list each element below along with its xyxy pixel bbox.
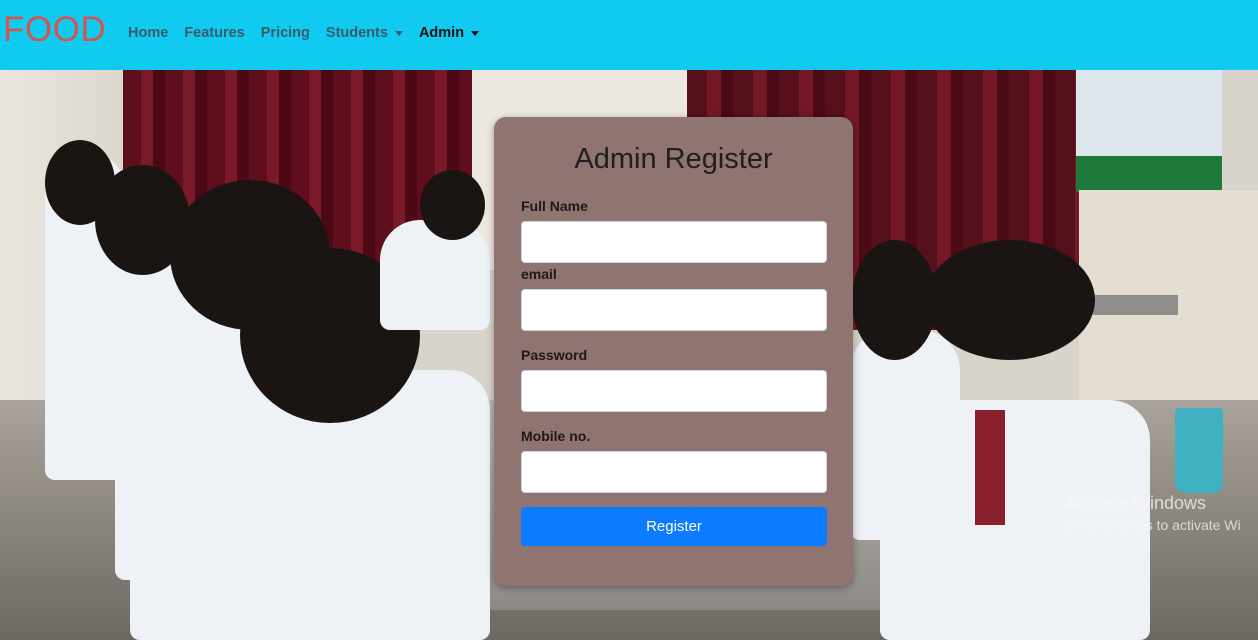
watermark-title: Activate Windows — [1064, 493, 1207, 513]
nav-pricing-label: Pricing — [260, 25, 310, 41]
register-button[interactable]: Register — [521, 507, 827, 546]
admin-register-card: Admin Register Full Name email Password … — [494, 117, 853, 586]
nav-students-label: Students — [325, 25, 388, 41]
password-label: Password — [521, 347, 588, 363]
caret-down-icon — [471, 31, 480, 36]
photo-hair — [420, 170, 485, 240]
top-navbar: FOOD Home Features Pricing Students Admi… — [0, 0, 1258, 70]
watermark-subtitle: Go to Settings to activate Wi — [1064, 517, 1241, 533]
form-title: Admin Register — [574, 143, 773, 175]
photo-stool — [1093, 295, 1178, 315]
nav-home-label: Home — [128, 25, 169, 41]
email-label: email — [521, 266, 557, 282]
nav-pricing[interactable]: Pricing — [261, 24, 310, 42]
activate-windows-watermark: Activate Windows Go to Settings to activ… — [1064, 493, 1241, 533]
photo-bucket — [1175, 408, 1223, 493]
mobile-label: Mobile no. — [521, 428, 591, 444]
mobile-input[interactable] — [521, 451, 827, 493]
photo-hair — [925, 240, 1095, 360]
nav-features[interactable]: Features — [184, 24, 244, 42]
email-input[interactable] — [521, 289, 827, 331]
full-name-input[interactable] — [521, 221, 827, 263]
nav-features-label: Features — [184, 25, 245, 41]
brand-logo[interactable]: FOOD — [3, 10, 106, 50]
nav-admin-dropdown[interactable]: Admin — [418, 24, 480, 42]
photo-person — [380, 220, 490, 330]
photo-tie — [975, 410, 1005, 525]
nav-students-dropdown[interactable]: Students — [326, 24, 403, 42]
full-name-label: Full Name — [521, 198, 588, 214]
nav-home[interactable]: Home — [128, 24, 168, 42]
nav-admin-label: Admin — [418, 25, 465, 41]
caret-down-icon — [394, 31, 403, 36]
nav-links: Home Features Pricing Students Admin — [128, 24, 495, 42]
password-input[interactable] — [521, 370, 827, 412]
photo-board — [1076, 70, 1222, 192]
